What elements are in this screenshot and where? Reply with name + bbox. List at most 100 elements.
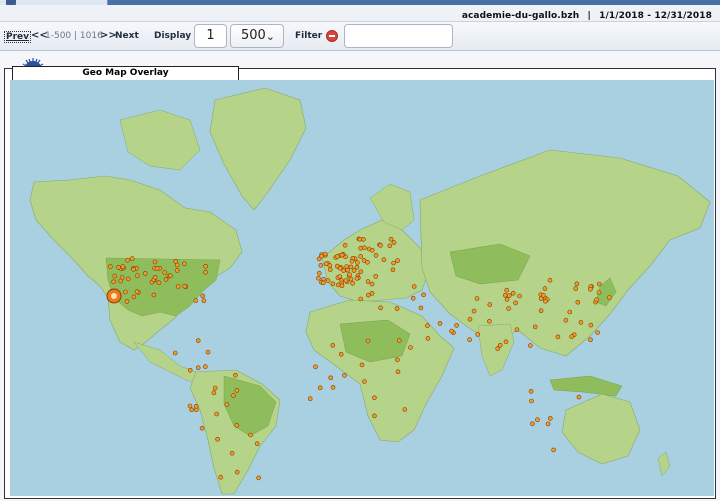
visitor-marker[interactable] <box>378 243 383 248</box>
visitor-marker[interactable] <box>362 379 367 384</box>
visitor-marker[interactable] <box>327 267 333 272</box>
visitor-marker[interactable] <box>454 323 459 328</box>
visitor-marker[interactable] <box>474 296 480 301</box>
visitor-marker[interactable] <box>573 286 579 291</box>
visitor-marker[interactable] <box>316 270 322 276</box>
visitor-marker[interactable] <box>316 275 321 281</box>
visitor-marker[interactable] <box>351 268 357 273</box>
visitor-marker[interactable] <box>120 264 126 269</box>
visitor-marker[interactable] <box>195 338 201 343</box>
visitor-marker[interactable] <box>390 267 396 273</box>
visitor-marker[interactable] <box>151 292 157 298</box>
visitor-marker[interactable] <box>487 319 492 324</box>
visitor-marker[interactable] <box>487 302 493 307</box>
visitor-marker[interactable] <box>394 306 400 311</box>
visitor-marker[interactable] <box>378 305 383 311</box>
visitor-marker[interactable] <box>152 275 158 280</box>
visitor-marker[interactable] <box>330 343 336 348</box>
visitor-marker[interactable] <box>395 357 400 363</box>
visitor-marker[interactable] <box>325 278 331 283</box>
visitor-marker[interactable] <box>547 416 553 421</box>
highlight-marker[interactable] <box>106 288 122 304</box>
visitor-marker[interactable] <box>175 284 181 289</box>
visitor-marker[interactable] <box>361 237 366 242</box>
visitor-marker[interactable] <box>348 276 354 282</box>
visitor-marker[interactable] <box>248 432 253 438</box>
visitor-marker[interactable] <box>354 265 360 270</box>
visitor-marker[interactable] <box>527 343 533 348</box>
visitor-marker[interactable] <box>575 299 581 305</box>
visitor-marker[interactable] <box>563 317 569 323</box>
visitor-marker[interactable] <box>387 243 393 249</box>
visitor-marker[interactable] <box>163 277 169 282</box>
visitor-marker[interactable] <box>369 291 375 296</box>
visitor-marker[interactable] <box>495 346 501 351</box>
visitor-marker[interactable] <box>365 260 370 265</box>
visitor-marker[interactable] <box>369 281 375 287</box>
visitor-marker[interactable] <box>193 298 199 303</box>
visitor-marker[interactable] <box>373 253 379 258</box>
visitor-marker[interactable] <box>319 253 324 259</box>
visitor-marker[interactable] <box>307 396 313 402</box>
visitor-marker[interactable] <box>338 351 344 357</box>
visitor-marker[interactable] <box>203 264 208 269</box>
visitor-marker[interactable] <box>543 298 548 304</box>
visitor-marker[interactable] <box>234 423 240 428</box>
visitor-marker[interactable] <box>118 278 123 284</box>
visitor-marker[interactable] <box>343 278 349 283</box>
visitor-marker[interactable] <box>411 284 417 289</box>
visitor-marker[interactable] <box>200 293 205 299</box>
visitor-marker[interactable] <box>596 281 602 287</box>
visitor-marker[interactable] <box>335 282 341 288</box>
visitor-marker[interactable] <box>355 260 360 265</box>
visitor-marker[interactable] <box>545 421 551 427</box>
visitor-marker[interactable] <box>234 388 240 393</box>
visitor-marker[interactable] <box>388 237 394 242</box>
visitor-marker[interactable] <box>339 283 345 288</box>
visitor-marker[interactable] <box>607 295 612 300</box>
visitor-marker[interactable] <box>358 254 364 259</box>
filter-input[interactable] <box>344 24 453 48</box>
visitor-marker[interactable] <box>358 296 364 302</box>
visitor-marker[interactable] <box>111 279 116 285</box>
visitor-marker[interactable] <box>517 293 522 299</box>
visitor-marker[interactable] <box>224 402 230 407</box>
visitor-marker[interactable] <box>341 268 346 273</box>
visitor-marker[interactable] <box>425 336 431 341</box>
page-number-input[interactable]: 1 <box>194 24 227 48</box>
visitor-marker[interactable] <box>467 337 472 343</box>
visitor-marker[interactable] <box>335 254 340 259</box>
visitor-marker[interactable] <box>203 364 208 369</box>
visitor-marker[interactable] <box>510 290 516 296</box>
visitor-marker[interactable] <box>201 298 207 303</box>
visitor-marker[interactable] <box>595 330 600 335</box>
visitor-marker[interactable] <box>254 441 260 447</box>
visitor-marker[interactable] <box>471 308 477 314</box>
prev-button[interactable]: Prev <box>4 31 32 43</box>
visitor-marker[interactable] <box>372 413 377 419</box>
visitor-marker[interactable] <box>354 276 360 281</box>
visitor-marker[interactable] <box>318 263 324 268</box>
visitor-marker[interactable] <box>567 309 573 315</box>
visitor-marker[interactable] <box>345 267 350 273</box>
visitor-marker[interactable] <box>528 389 534 394</box>
visitor-marker[interactable] <box>538 308 544 313</box>
visitor-marker[interactable] <box>342 373 347 378</box>
visitor-marker[interactable] <box>366 292 371 298</box>
next-button[interactable]: Next <box>115 31 139 41</box>
visitor-marker[interactable] <box>339 252 345 258</box>
visitor-marker[interactable] <box>418 305 424 311</box>
visitor-marker[interactable] <box>342 242 348 248</box>
visitor-marker[interactable] <box>535 417 540 423</box>
visitor-marker[interactable] <box>408 345 413 350</box>
visitor-marker[interactable] <box>574 281 580 287</box>
visitor-marker[interactable] <box>395 369 401 375</box>
visitor-marker[interactable] <box>199 425 205 431</box>
visitor-marker[interactable] <box>569 334 575 339</box>
visitor-marker[interactable] <box>359 362 365 368</box>
visitor-marker[interactable] <box>365 279 371 284</box>
visitor-marker[interactable] <box>410 296 416 301</box>
visitor-marker[interactable] <box>112 273 118 279</box>
visitor-marker[interactable] <box>421 292 426 298</box>
visitor-marker[interactable] <box>152 259 158 265</box>
